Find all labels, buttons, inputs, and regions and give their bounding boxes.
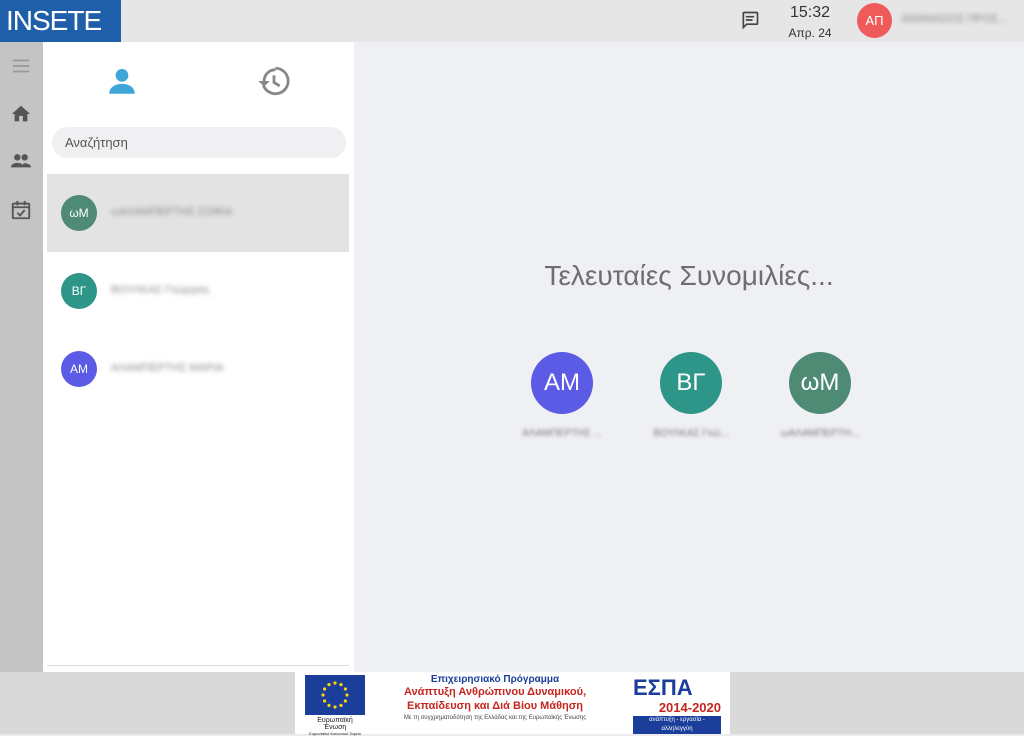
program-text: Επιχειρησιακό Πρόγραμμα Ανάπτυξη Ανθρώπι… [380,672,610,721]
contact-name: ΑΛΑΜΠΕΡΤΗΣ ΜΑΡΙΑ [111,362,224,374]
menu-icon[interactable] [10,55,32,77]
espa-years: 2014-2020 [658,700,721,715]
user-name[interactable]: ΑΘΑΝΑΣΙΟΣ ΠΡΟΣ... [901,13,1007,25]
recent-chat-name: ωΑΛΑΜΠΕΡΤΗ... [780,428,860,439]
insete-logo[interactable]: INSETE [0,0,121,42]
funding-banner: Ευρωπαϊκή Ένωση Ευρωπαϊκό Κοινωνικό Ταμε… [295,672,730,736]
recent-chat-item[interactable]: ωΜ ωΑΛΑΜΠΕΡΤΗ... [775,352,865,439]
contact-avatar: ΑΜ [61,351,97,387]
recent-chat-avatar: ωΜ [789,352,851,414]
contact-name: ΒΟΥΛΚΑΣ Γεώργιος [111,284,211,296]
calendar-check-icon[interactable] [10,199,32,221]
clock-time: 15:32 [789,4,831,21]
program-note: Με τη συγχρηματοδότηση της Ελλάδας και τ… [403,715,587,721]
search-input[interactable] [52,127,346,158]
top-bar: INSETE 15:32 Απρ. 24 ΑΠ ΑΘΑΝΑΣΙΟΣ ΠΡΟΣ..… [0,0,1024,42]
recent-chat-avatar: ΑΜ [531,352,593,414]
eu-logo: Ευρωπαϊκή Ένωση Ευρωπαϊκό Κοινωνικό Ταμε… [305,675,365,736]
program-line3: Εκπαίδευση και Διά Βίου Μάθηση [406,700,584,712]
program-line1: Επιχειρησιακό Πρόγραμμα [430,674,560,685]
clock: 15:32 Απρ. 24 [780,4,840,41]
eu-label: Ευρωπαϊκή Ένωση [317,717,353,731]
recent-chats-heading: Τελευταίες Συνομιλίες... [544,260,834,291]
contact-item[interactable]: ωΜ ωΑΛΑΜΠΕΡΤΗΣ ΣΟΦΙΑ [47,174,349,252]
home-icon[interactable] [10,103,32,125]
contact-avatar: ωΜ [61,195,97,231]
espa-logo: ΕΣΠΑ 2014-2020 ανάπτυξη - εργασία - αλλη… [633,676,721,734]
contacts-panel: ωΜ ωΑΛΑΜΠΕΡΤΗΣ ΣΟΦΙΑ ΒΓ ΒΟΥΛΚΑΣ Γεώργιος… [43,42,354,672]
sidebar-rail [0,42,43,672]
contact-item[interactable]: ΒΓ ΒΟΥΛΚΑΣ Γεώργιος [47,252,349,330]
clock-date: Απρ. 24 [788,26,832,40]
recent-chat-item[interactable]: ΑΜ ΑΛΑΜΠΕΡΤΗΣ ... [517,352,607,439]
contact-name: ωΑΛΑΜΠΕΡΤΗΣ ΣΟΦΙΑ [111,206,233,218]
program-line2: Ανάπτυξη Ανθρώπινου Δυναμικού, [403,686,587,698]
user-avatar[interactable]: ΑΠ [857,3,892,38]
tab-contacts-person-icon[interactable] [105,64,139,98]
contact-item[interactable]: ΑΜ ΑΛΑΜΠΕΡΤΗΣ ΜΑΡΙΑ [47,330,349,408]
contact-avatar: ΒΓ [61,273,97,309]
recent-chat-name: ΑΛΑΜΠΕΡΤΗΣ ... [522,428,602,439]
recent-chat-name: ΒΟΥΛΚΑΣ Γεώ... [653,428,729,439]
recent-chat-item[interactable]: ΒΓ ΒΟΥΛΚΑΣ Γεώ... [646,352,736,439]
recent-chat-avatar: ΒΓ [660,352,722,414]
people-icon[interactable] [10,150,32,172]
panel-divider [47,665,349,666]
eu-flag-icon [305,675,365,715]
espa-tagline: ανάπτυξη - εργασία - αλληλεγγύη [633,716,721,734]
chat-icon[interactable] [740,10,760,30]
main-area: Τελευταίες Συνομιλίες... ΑΜ ΑΛΑΜΠΕΡΤΗΣ .… [354,42,1024,672]
tab-history-icon[interactable] [257,64,291,98]
espa-title: ΕΣΠΑ [633,675,693,700]
